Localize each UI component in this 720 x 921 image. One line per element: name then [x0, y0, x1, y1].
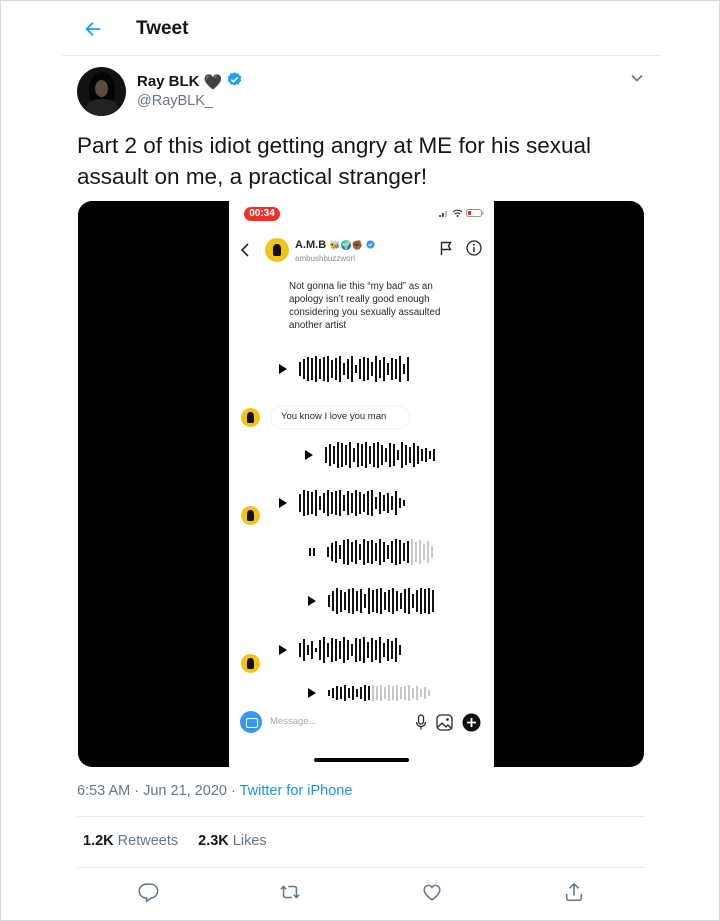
waveform-icon	[328, 588, 434, 614]
voice-message	[279, 485, 405, 521]
like-icon[interactable]	[420, 880, 444, 904]
status-icons	[439, 209, 484, 217]
message-composer: Message...	[237, 708, 487, 736]
verified-badge-icon	[226, 71, 243, 92]
gallery-icon	[436, 714, 453, 736]
voice-message	[308, 679, 430, 707]
chat-name: A.M.B 🐝🌍✊🏾	[295, 239, 375, 251]
recording-timer: 00:34	[244, 207, 280, 221]
play-icon	[305, 450, 313, 460]
chat-name-emojis: 🐝🌍✊🏾	[329, 240, 363, 250]
author-display-name[interactable]: Ray BLK	[137, 73, 200, 90]
author-name-row[interactable]: Ray BLK 🖤	[137, 71, 243, 92]
page-title: Tweet	[136, 18, 189, 39]
phone-status-bar: 00:34	[229, 201, 494, 227]
voice-message	[279, 632, 401, 668]
sender-avatar	[241, 654, 260, 673]
voice-message	[279, 351, 409, 387]
tweet-text: Part 2 of this idiot getting angry at ME…	[77, 133, 592, 189]
sender-avatar	[241, 506, 260, 525]
composer-icons	[415, 713, 481, 737]
waveform-icon	[299, 490, 405, 516]
play-icon	[279, 364, 287, 374]
black-heart-emoji: 🖤	[203, 73, 223, 91]
chevron-down-icon[interactable]	[630, 71, 644, 85]
instagram-dm-screenshot: 00:34 A.M.B 🐝🌍✊🏾 ambushbuzzworl Not gonn…	[229, 201, 494, 767]
pause-icon	[309, 548, 315, 556]
chat-header-icons	[440, 240, 482, 261]
waveform-icon	[299, 356, 409, 382]
tweet-time[interactable]: 6:53 AM	[77, 783, 130, 799]
chat-message-sent: Not gonna lie this “my bad” as an apolog…	[289, 281, 441, 331]
likes-stat[interactable]: 2.3K Likes	[198, 833, 267, 849]
chat-username: ambushbuzzworl	[295, 254, 356, 263]
tweet-author: Ray BLK 🖤 @RayBLK_	[62, 57, 660, 127]
retweets-count: 1.2K	[83, 833, 114, 849]
tweet-media-video[interactable]: 00:34 A.M.B 🐝🌍✊🏾 ambushbuzzworl Not gonn…	[78, 201, 644, 767]
reply-icon[interactable]	[136, 880, 160, 904]
voice-message	[308, 583, 434, 619]
meta-separator: ·	[130, 783, 144, 799]
chat-message-received: You know I love you man	[270, 405, 410, 429]
sender-avatar	[241, 408, 260, 427]
likes-count: 2.3K	[198, 833, 229, 849]
page-header: Tweet	[62, 1, 660, 56]
message-placeholder: Message...	[270, 716, 317, 727]
voice-message-playing	[309, 534, 433, 570]
microphone-icon	[415, 714, 427, 736]
tweet-date[interactable]: Jun 21, 2020	[143, 783, 227, 799]
home-indicator	[314, 758, 409, 762]
likes-label: Likes	[232, 833, 267, 849]
chat-header: A.M.B 🐝🌍✊🏾 ambushbuzzworl	[229, 231, 494, 271]
waveform-icon	[327, 539, 433, 565]
play-icon	[279, 645, 287, 655]
camera-icon	[240, 711, 262, 733]
divider	[77, 867, 645, 868]
chat-avatar	[265, 238, 289, 262]
voice-message	[305, 437, 435, 473]
back-arrow-icon[interactable]	[82, 18, 104, 40]
tweet-stats: 1.2K Retweets 2.3K Likes	[83, 833, 267, 849]
tweet-actions	[77, 878, 645, 906]
waveform-icon	[299, 637, 401, 663]
retweets-stat[interactable]: 1.2K Retweets	[83, 833, 178, 849]
tweet-source-link[interactable]: Twitter for iPhone	[240, 783, 353, 799]
flag-icon	[440, 241, 452, 261]
play-icon	[308, 596, 316, 606]
waveform-icon	[328, 685, 430, 701]
add-circle-icon	[462, 713, 481, 737]
waveform-icon	[325, 442, 435, 468]
info-icon	[466, 240, 482, 261]
avatar[interactable]	[77, 67, 126, 116]
retweets-label: Retweets	[117, 833, 179, 849]
chat-back-icon	[240, 243, 250, 262]
share-icon[interactable]	[562, 880, 586, 904]
play-icon	[308, 688, 316, 698]
divider	[77, 816, 645, 817]
tweet-timestamp-row: 6:53 AM · Jun 21, 2020 · Twitter for iPh…	[77, 783, 353, 799]
retweet-icon[interactable]	[278, 880, 302, 904]
play-icon	[279, 498, 287, 508]
author-handle[interactable]: @RayBLK_	[137, 93, 213, 109]
tweet-page: Tweet Ray BLK 🖤 @RayBLK_ Part 2 of this …	[0, 0, 720, 921]
